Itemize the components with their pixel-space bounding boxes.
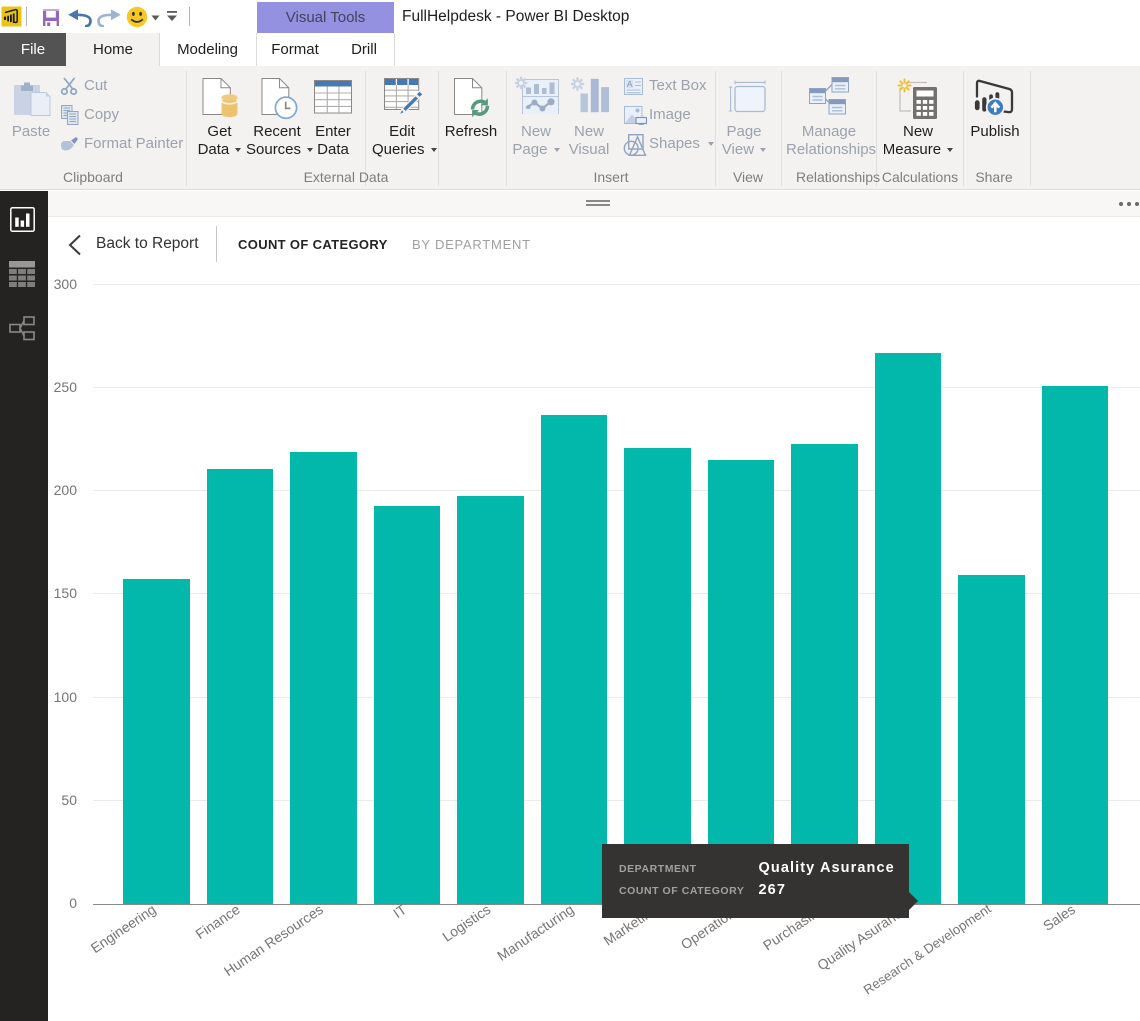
svg-text:A: A xyxy=(627,79,633,89)
